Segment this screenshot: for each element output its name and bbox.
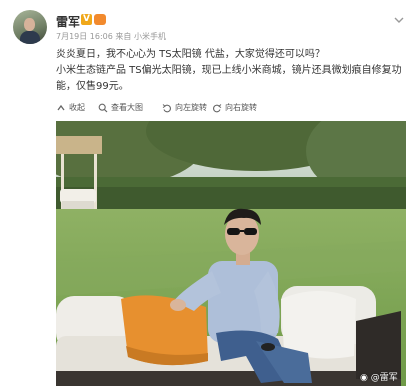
avatar-face <box>24 18 35 31</box>
garden-chair <box>60 189 96 203</box>
post-text: 炎炎夏日，我不心心为 TS太阳镜 代盐，大家觉得还可以吗？ 小米生态链产品 TS… <box>56 47 406 95</box>
weibo-icon: ◉ <box>360 373 368 383</box>
hedge-top <box>56 177 406 187</box>
white-pillow <box>281 291 356 359</box>
rotate-left-icon <box>162 103 171 112</box>
view-large-label: 查看大图 <box>111 103 143 112</box>
watermark: ◉ @雷军 <box>360 370 398 383</box>
post-text-line: 小米生态链产品 TS偏光太阳镜，现已上线小米商城，镜片还具微划痕自修复功 <box>56 65 402 76</box>
chevron-down-icon[interactable] <box>392 13 406 27</box>
zoom-icon <box>98 103 108 112</box>
rotate-left-button[interactable]: 向左旋转 <box>162 102 207 113</box>
post-photo[interactable] <box>56 121 406 386</box>
post-text-line: 炎炎夏日，我不心心为 TS太阳镜 代盐，大家觉得还可以吗？ <box>56 49 325 60</box>
view-large-button[interactable]: 查看大图 <box>98 102 143 113</box>
rotate-right-icon <box>213 103 222 112</box>
wicker-frame <box>56 371 401 386</box>
sunglasses-bridge <box>240 230 244 232</box>
avatar-body <box>20 31 40 44</box>
source-prefix: 来自 <box>115 32 132 41</box>
gazebo-roof <box>56 136 102 154</box>
avatar[interactable] <box>13 10 47 44</box>
person-hand <box>170 299 186 311</box>
sunglasses-right <box>244 228 257 235</box>
post-source[interactable]: 小米手机 <box>134 32 166 41</box>
sunglasses-left <box>227 228 240 235</box>
collapse-button[interactable]: 收起 <box>56 102 85 113</box>
author-name[interactable]: 雷军 <box>56 13 80 30</box>
phone-in-hand <box>261 343 275 351</box>
rotate-left-label: 向左旋转 <box>175 103 207 112</box>
post-text-line: 能，仅售99元。 <box>56 81 129 92</box>
verified-badge-icon: V <box>81 14 92 25</box>
watermark-text: @雷军 <box>370 373 398 383</box>
post-time[interactable]: 7月19日 16:06 <box>56 32 113 41</box>
collapse-icon <box>57 104 65 110</box>
wicker-arm <box>356 311 401 379</box>
post-header: 雷军 V 7月19日 16:06 来自 小米手机 <box>0 0 415 44</box>
rotate-right-button[interactable]: 向右旋转 <box>212 102 257 113</box>
photo-scene <box>56 121 406 386</box>
collapse-label: 收起 <box>69 103 85 112</box>
crown-icon <box>94 14 106 25</box>
rotate-right-label: 向右旋转 <box>225 103 257 112</box>
post-meta: 7月19日 16:06 来自 小米手机 <box>56 31 166 42</box>
